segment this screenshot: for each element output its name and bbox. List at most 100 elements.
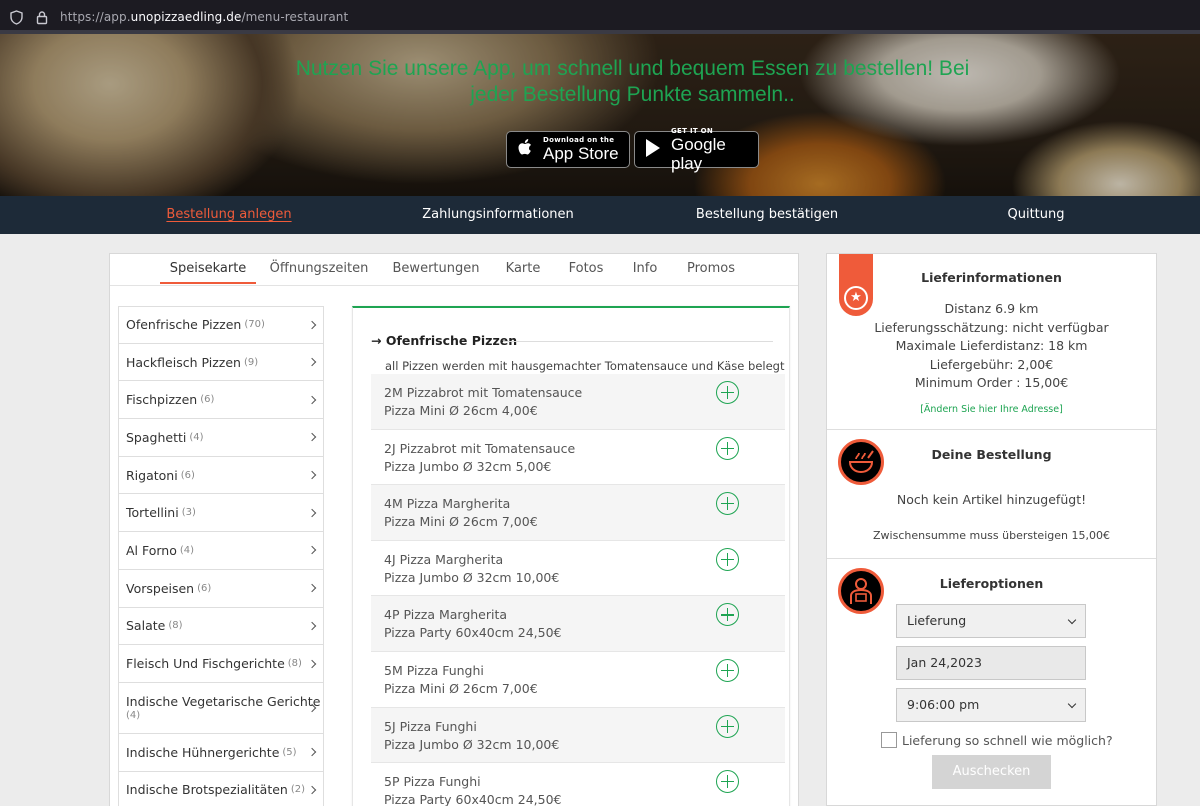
category-count: (2) xyxy=(290,784,306,796)
category-item[interactable]: Indische Vegetarische Gerichte (4) xyxy=(118,682,324,734)
checkout-button[interactable]: Auschecken xyxy=(932,755,1051,789)
category-name: Hackfleisch Pizzen xyxy=(126,354,241,370)
chevron-right-icon xyxy=(307,621,317,631)
url-text[interactable]: https://app.unopizzaedling.de/menu-resta… xyxy=(60,10,348,24)
menu-items-panel: → Ofenfrische Pizzen all Pizzen werden m… xyxy=(352,306,790,806)
add-item-icon[interactable] xyxy=(716,714,739,738)
category-name: Spaghetti xyxy=(126,429,187,445)
add-item-icon[interactable] xyxy=(716,436,739,460)
item-variant-price: Pizza Jumbo Ø 32cm 5,00€ xyxy=(384,458,552,474)
asap-row: Lieferung so schnell wie möglich? xyxy=(881,732,1113,748)
tab-karte[interactable]: Karte xyxy=(506,254,541,285)
hero-line-1: Nutzen Sie unsere App, um schnell und be… xyxy=(295,57,970,80)
category-count: (5) xyxy=(282,746,297,758)
menu-item[interactable]: 4M Pizza Margherita Pizza Mini Ø 26cm 7,0… xyxy=(371,485,785,541)
menu-section-heading: → Ofenfrische Pizzen xyxy=(371,333,518,348)
category-name: Indische Hühnergerichte xyxy=(126,744,280,760)
add-item-icon[interactable] xyxy=(716,770,739,794)
url-host: unopizzaedling.de xyxy=(130,10,242,24)
category-count: (9) xyxy=(243,356,259,368)
menu-item[interactable]: 4J Pizza Margherita Pizza Jumbo Ø 32cm 10… xyxy=(371,541,785,597)
tab-bewertungen[interactable]: Bewertungen xyxy=(393,254,480,285)
tab-promos[interactable]: Promos xyxy=(687,254,735,285)
chevron-right-icon xyxy=(307,433,317,442)
chevron-down-icon xyxy=(1067,699,1077,709)
category-count: (6) xyxy=(200,394,215,406)
item-variant-price: Pizza Mini Ø 26cm 4,00€ xyxy=(384,403,538,418)
category-name: Ofenfrische Pizzen xyxy=(126,317,242,333)
category-name: Rigatoni xyxy=(126,467,178,483)
chevron-right-icon xyxy=(307,583,317,593)
step-payment-info[interactable]: Zahlungsinformationen xyxy=(422,196,574,234)
chevron-right-icon xyxy=(307,659,317,668)
menu-heading-text: Ofenfrische Pizzen xyxy=(385,333,518,348)
category-item[interactable]: Indische Hühnergerichte (5) xyxy=(118,733,324,772)
googleplay-small-text: GET IT ON xyxy=(671,126,714,135)
category-item[interactable]: Hackfleisch Pizzen (9) xyxy=(118,343,324,382)
menu-item[interactable]: 5M Pizza Funghi Pizza Mini Ø 26cm 7,00€ xyxy=(371,652,785,708)
chevron-right-icon xyxy=(307,470,317,480)
category-item[interactable]: Fleisch Und Fischgerichte (8) xyxy=(118,645,324,683)
delivery-time-select[interactable]: 9:06:00 pm xyxy=(896,688,1086,722)
chevron-right-icon xyxy=(307,395,317,404)
category-item[interactable]: Salate (8) xyxy=(118,607,324,646)
chevron-right-icon xyxy=(307,508,317,518)
delivery-fee-text: Liefergebühr: 2,00€ xyxy=(929,356,1054,372)
asap-checkbox[interactable] xyxy=(881,732,897,748)
category-item[interactable]: Indische Brotspezialitäten (2) xyxy=(118,771,324,806)
heading-divider xyxy=(503,341,773,342)
step-receipt[interactable]: Quittung xyxy=(1007,196,1064,234)
category-item[interactable]: Spaghetti (4) xyxy=(118,419,324,457)
shield-icon xyxy=(8,9,24,25)
step-create-order[interactable]: Bestellung anlegen xyxy=(166,196,291,234)
delivery-time-value: 9:06:00 pm xyxy=(907,697,980,712)
tab-info[interactable]: Info xyxy=(633,254,658,285)
menu-item[interactable]: 5P Pizza Funghi Pizza Party 60x40cm 24,50… xyxy=(371,763,785,806)
order-empty-text: Noch kein Artikel hinzugefügt! xyxy=(896,492,1087,507)
google-play-button[interactable]: GET IT ON Google play xyxy=(634,127,759,173)
change-address-link[interactable]: [Ändern Sie hier Ihre Adresse] xyxy=(827,404,1156,415)
category-item[interactable]: Al Forno (4) xyxy=(118,532,324,570)
category-name: Tortellini xyxy=(126,505,179,521)
step-confirm-order[interactable]: Bestellung bestätigen xyxy=(696,196,838,234)
category-item[interactable]: Vorspeisen (6) xyxy=(118,569,324,608)
add-item-icon[interactable] xyxy=(716,381,739,404)
category-count: (4) xyxy=(189,431,204,443)
url-prefix: https://app. xyxy=(60,10,131,24)
checkout-steps-nav: Bestellung anlegen Zahlungsinformationen… xyxy=(0,196,1200,234)
menu-item[interactable]: 2J Pizzabrot mit Tomatensauce Pizza Jumbo… xyxy=(371,430,785,486)
category-item[interactable]: Tortellini (3) xyxy=(118,494,324,533)
menu-item[interactable]: 4P Pizza Margherita Pizza Party 60x40cm 2… xyxy=(371,596,785,652)
menu-item[interactable]: 2M Pizzabrot mit Tomatensauce Pizza Mini … xyxy=(371,374,785,430)
app-store-button[interactable]: Download on the App Store xyxy=(506,131,630,168)
item-variant-price: Pizza Mini Ø 26cm 7,00€ xyxy=(384,514,538,530)
appstore-small-text: Download on the xyxy=(543,136,615,144)
tab-fotos[interactable]: Fotos xyxy=(569,254,604,285)
menu-item-list: 2M Pizzabrot mit Tomatensauce Pizza Mini … xyxy=(371,374,785,806)
category-item[interactable]: Ofenfrische Pizzen (70) xyxy=(118,306,324,344)
menu-item[interactable]: 5J Pizza Funghi Pizza Jumbo Ø 32cm 10,00€ xyxy=(371,707,785,764)
category-name: Fischpizzen xyxy=(126,392,198,408)
delivery-date-field[interactable]: Jan 24,2023 xyxy=(896,646,1086,680)
delivery-info-lines: Distanz 6.9 km Lieferungsschätzung: nich… xyxy=(827,300,1156,393)
appstore-big-text: App Store xyxy=(543,144,619,163)
category-count: (6) xyxy=(180,469,195,481)
add-item-icon[interactable] xyxy=(716,658,739,682)
delivery-mode-value: Lieferung xyxy=(907,613,967,628)
add-item-icon[interactable] xyxy=(716,547,739,571)
browser-url-bar[interactable]: https://app.unopizzaedling.de/menu-resta… xyxy=(0,0,1200,34)
hero-line-2: jeder Bestellung Punkte sammeln.. xyxy=(470,83,795,106)
tab-oeffnungszeiten[interactable]: Öffnungszeiten xyxy=(270,254,369,285)
category-count: (4) xyxy=(126,710,141,722)
category-count: (3) xyxy=(181,507,196,519)
category-name: Indische Vegetarische Gerichte xyxy=(126,694,321,710)
chevron-right-icon xyxy=(307,785,317,795)
menu-section-description: all Pizzen werden mit hausgemachter Toma… xyxy=(385,359,785,373)
category-count: (70) xyxy=(244,319,265,331)
delivery-date-value: Jan 24,2023 xyxy=(907,655,982,670)
hero-headline: Nutzen Sie unsere App, um schnell und be… xyxy=(0,56,1200,108)
category-item[interactable]: Rigatoni (6) xyxy=(118,456,324,495)
category-item[interactable]: Fischpizzen (6) xyxy=(118,381,324,420)
delivery-mode-select[interactable]: Lieferung xyxy=(896,604,1086,638)
tab-speisekarte[interactable]: Speisekarte xyxy=(170,254,247,285)
